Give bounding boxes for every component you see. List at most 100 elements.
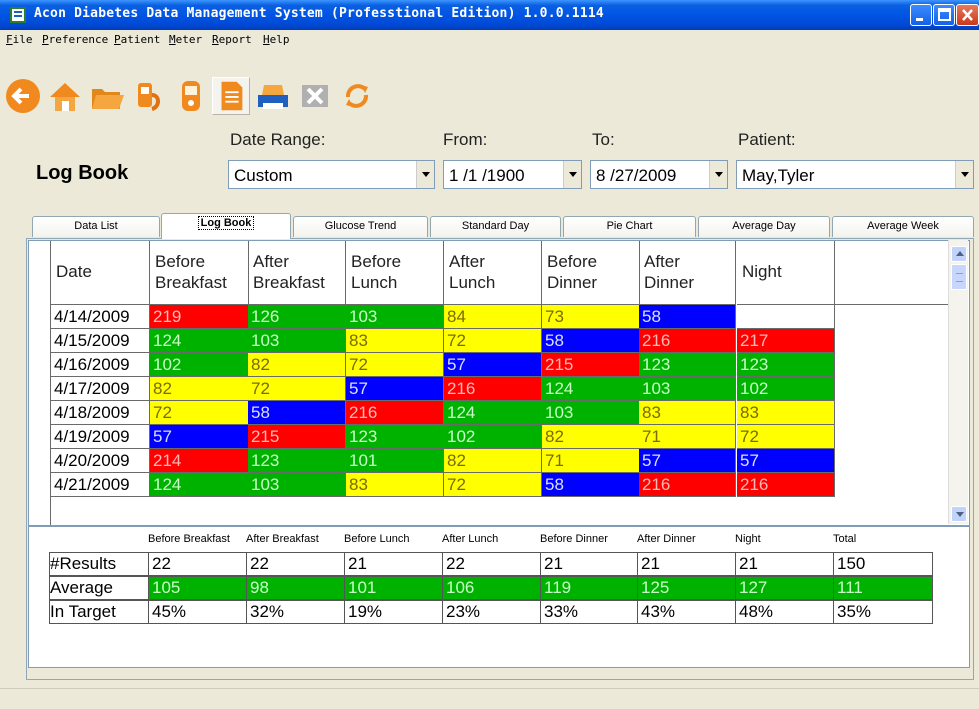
date-cell[interactable]: 4/17/2009 bbox=[51, 377, 150, 401]
reading-cell[interactable]: 57 bbox=[346, 377, 444, 401]
date-cell[interactable]: 4/18/2009 bbox=[51, 401, 150, 425]
reading-cell[interactable]: 72 bbox=[346, 353, 444, 377]
excel-export-icon[interactable] bbox=[296, 77, 334, 115]
maximize-button[interactable] bbox=[933, 4, 955, 26]
reading-cell[interactable]: 83 bbox=[737, 401, 835, 425]
reading-cell[interactable]: 101 bbox=[346, 449, 444, 473]
reading-cell[interactable]: 82 bbox=[248, 353, 346, 377]
reading-cell[interactable]: 123 bbox=[737, 353, 835, 377]
reading-cell[interactable]: 216 bbox=[346, 401, 444, 425]
reading-cell[interactable]: 72 bbox=[248, 377, 346, 401]
back-arrow-icon[interactable] bbox=[4, 77, 42, 115]
reading-cell[interactable]: 102 bbox=[737, 377, 835, 401]
date-cell[interactable]: 4/15/2009 bbox=[51, 329, 150, 353]
reading-cell[interactable]: 58 bbox=[248, 401, 346, 425]
reading-cell[interactable]: 216 bbox=[639, 473, 736, 497]
reading-cell[interactable]: 216 bbox=[639, 329, 736, 353]
reading-cell[interactable]: 82 bbox=[444, 449, 542, 473]
reading-cell[interactable]: 58 bbox=[542, 329, 640, 353]
reading-cell[interactable]: 123 bbox=[346, 425, 444, 449]
date-cell[interactable]: 4/14/2009 bbox=[51, 305, 150, 329]
reading-cell[interactable]: 103 bbox=[639, 377, 736, 401]
reading-cell[interactable]: 124 bbox=[150, 329, 249, 353]
reading-cell[interactable]: 57 bbox=[737, 449, 835, 473]
vertical-scrollbar[interactable] bbox=[948, 240, 968, 524]
close-button[interactable] bbox=[956, 4, 979, 26]
reading-cell[interactable]: 82 bbox=[542, 425, 640, 449]
title-bar[interactable]: Acon Diabetes Data Management System (Pr… bbox=[0, 0, 979, 30]
dropdown-arrow-icon[interactable] bbox=[955, 161, 973, 188]
reading-cell[interactable]: 83 bbox=[346, 473, 444, 497]
reading-cell[interactable]: 57 bbox=[639, 449, 736, 473]
reading-cell[interactable]: 103 bbox=[346, 305, 444, 329]
reading-cell[interactable]: 124 bbox=[444, 401, 542, 425]
date-cell[interactable]: 4/21/2009 bbox=[51, 473, 150, 497]
reading-cell[interactable]: 57 bbox=[150, 425, 249, 449]
dropdown-arrow-icon[interactable] bbox=[563, 161, 581, 188]
reading-cell[interactable]: 71 bbox=[639, 425, 736, 449]
reading-cell[interactable]: 215 bbox=[542, 353, 640, 377]
tab-data-list[interactable]: Data List bbox=[32, 216, 160, 237]
tab-standard-day[interactable]: Standard Day bbox=[430, 216, 561, 237]
reading-cell[interactable]: 57 bbox=[444, 353, 542, 377]
menu-patient[interactable]: Patient bbox=[114, 33, 160, 46]
menu-report[interactable]: Report bbox=[212, 33, 252, 46]
reading-cell[interactable]: 217 bbox=[737, 329, 835, 353]
logbook-button[interactable] bbox=[212, 77, 250, 115]
reading-cell[interactable]: 123 bbox=[639, 353, 736, 377]
reading-cell[interactable]: 126 bbox=[248, 305, 346, 329]
reading-cell[interactable]: 84 bbox=[444, 305, 542, 329]
date-cell[interactable]: 4/20/2009 bbox=[51, 449, 150, 473]
menu-help[interactable]: Help bbox=[263, 33, 290, 46]
reading-cell[interactable]: 214 bbox=[150, 449, 249, 473]
reading-cell[interactable]: 72 bbox=[444, 473, 542, 497]
date-cell[interactable]: 4/19/2009 bbox=[51, 425, 150, 449]
reading-cell[interactable]: 124 bbox=[150, 473, 249, 497]
scroll-thumb[interactable] bbox=[951, 264, 967, 290]
reading-cell[interactable] bbox=[737, 305, 835, 329]
tab-pie-chart[interactable]: Pie Chart bbox=[563, 216, 696, 237]
scroll-down-icon[interactable] bbox=[951, 506, 967, 522]
menu-file[interactable]: File bbox=[6, 33, 33, 46]
reading-cell[interactable]: 71 bbox=[542, 449, 640, 473]
reading-cell[interactable]: 72 bbox=[150, 401, 249, 425]
refresh-icon[interactable] bbox=[338, 77, 376, 115]
reading-cell[interactable]: 72 bbox=[444, 329, 542, 353]
reading-cell[interactable]: 72 bbox=[737, 425, 835, 449]
reading-cell[interactable]: 58 bbox=[542, 473, 640, 497]
reading-cell[interactable]: 216 bbox=[737, 473, 835, 497]
reading-cell[interactable]: 102 bbox=[150, 353, 249, 377]
reading-cell[interactable]: 58 bbox=[639, 305, 736, 329]
reading-cell[interactable]: 83 bbox=[346, 329, 444, 353]
patient-select[interactable]: May,Tyler bbox=[736, 160, 974, 189]
folder-icon[interactable] bbox=[88, 77, 126, 115]
tab-log-book[interactable]: Log Book bbox=[161, 213, 291, 239]
meter-icon[interactable] bbox=[172, 77, 210, 115]
reading-cell[interactable]: 102 bbox=[444, 425, 542, 449]
reading-cell[interactable]: 82 bbox=[150, 377, 249, 401]
download-meter-icon[interactable] bbox=[130, 77, 168, 115]
dropdown-arrow-icon[interactable] bbox=[709, 161, 727, 188]
reading-cell[interactable]: 124 bbox=[542, 377, 640, 401]
reading-cell[interactable]: 216 bbox=[444, 377, 542, 401]
scroll-up-icon[interactable] bbox=[951, 246, 967, 262]
menu-preference[interactable]: Preference bbox=[42, 33, 108, 46]
from-date-picker[interactable]: 1 /1 /1900 bbox=[443, 160, 582, 189]
home-icon[interactable] bbox=[46, 77, 84, 115]
reading-cell[interactable]: 215 bbox=[248, 425, 346, 449]
reading-cell[interactable]: 219 bbox=[150, 305, 249, 329]
dropdown-arrow-icon[interactable] bbox=[416, 161, 434, 188]
reading-cell[interactable]: 123 bbox=[248, 449, 346, 473]
reading-cell[interactable]: 103 bbox=[248, 329, 346, 353]
minimize-button[interactable] bbox=[910, 4, 932, 26]
tab-average-day[interactable]: Average Day bbox=[698, 216, 830, 237]
menu-meter[interactable]: Meter bbox=[169, 33, 202, 46]
printer-icon[interactable] bbox=[254, 77, 292, 115]
reading-cell[interactable]: 103 bbox=[542, 401, 640, 425]
reading-cell[interactable]: 73 bbox=[542, 305, 640, 329]
tab-glucose-trend[interactable]: Glucose Trend bbox=[293, 216, 428, 237]
date-cell[interactable]: 4/16/2009 bbox=[51, 353, 150, 377]
date-range-select[interactable]: Custom bbox=[228, 160, 435, 189]
reading-cell[interactable]: 83 bbox=[639, 401, 736, 425]
to-date-picker[interactable]: 8 /27/2009 bbox=[590, 160, 728, 189]
